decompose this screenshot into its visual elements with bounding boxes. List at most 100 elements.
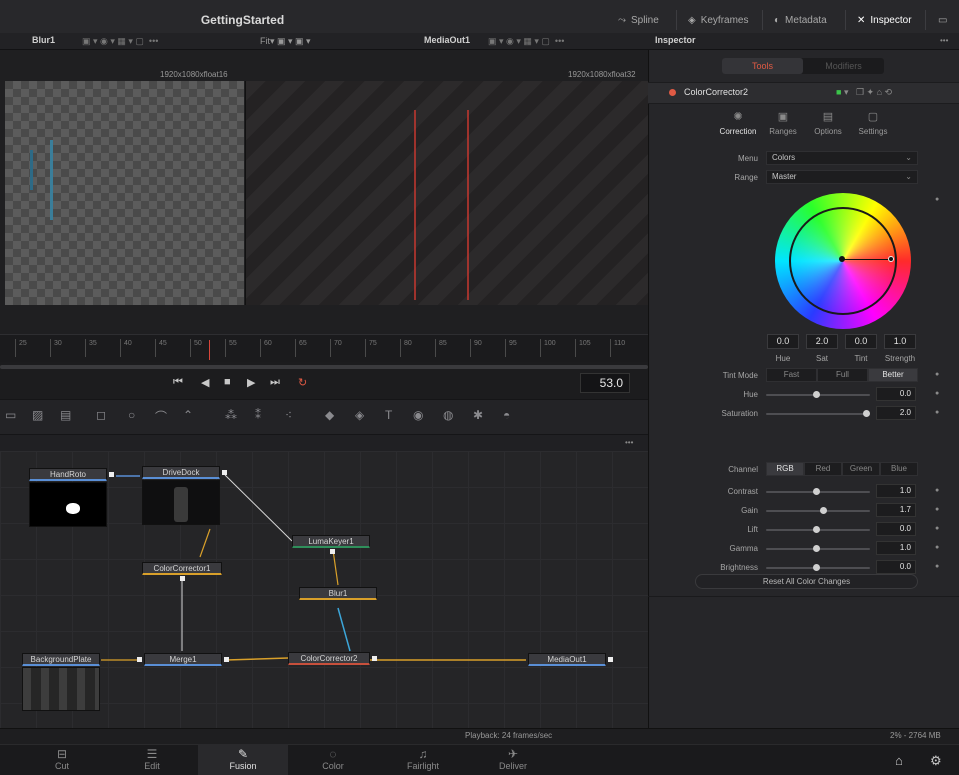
left-viewer-name[interactable]: Blur1 [32, 35, 55, 45]
tab-tools[interactable]: Tools [722, 58, 803, 74]
slider-knob[interactable] [820, 507, 827, 514]
gamma-slider[interactable] [766, 545, 870, 552]
saturation-slider[interactable] [766, 410, 870, 417]
left-viewer-canvas[interactable] [5, 81, 244, 305]
current-frame-field[interactable]: 53.0 [580, 373, 630, 393]
page-fusion[interactable]: ✎ Fusion [198, 744, 288, 775]
ellipse-mask-icon[interactable]: ○ [128, 408, 135, 422]
page-fairlight[interactable]: ♫ Fairlight [378, 744, 468, 775]
color-wheel[interactable] [775, 193, 911, 329]
play-button[interactable]: ▶ [247, 376, 255, 389]
hue-wheel-field[interactable]: 0.0 [767, 334, 799, 349]
image-plane-icon[interactable]: ◆ [325, 408, 334, 422]
output-port[interactable] [109, 472, 114, 477]
spline-tab[interactable]: ⤳ Spline [610, 8, 667, 32]
gamma-field[interactable]: 1.0 [876, 541, 916, 555]
page-edit[interactable]: ☰ Edit [107, 744, 197, 775]
reset-color-changes-button[interactable]: Reset All Color Changes [695, 574, 918, 589]
keyframe-dot[interactable]: ● [935, 487, 939, 494]
node-handroto[interactable]: HandRoto [29, 468, 107, 481]
bspline-mask-icon[interactable]: ⌃ [183, 408, 193, 422]
polygon-mask-icon[interactable]: ⌒ [155, 408, 167, 425]
node-backgroundplate[interactable]: BackgroundPlate [22, 653, 100, 666]
slider-knob[interactable] [813, 526, 820, 533]
keyframe-dot[interactable]: ● [935, 409, 939, 416]
keyframe-dot[interactable]: ● [935, 563, 939, 570]
channel-blue[interactable]: Blue [880, 462, 918, 476]
tint-mode-full[interactable]: Full [817, 368, 868, 382]
gain-field[interactable]: 1.7 [876, 503, 916, 517]
subtab-correction[interactable]: ✺ Correction [713, 110, 763, 136]
text-3d-icon[interactable]: T [385, 408, 392, 422]
slider-knob[interactable] [813, 488, 820, 495]
node-lumakeyer1[interactable]: LumaKeyer1 [292, 535, 370, 548]
keyframe-dot[interactable]: ● [935, 371, 939, 378]
node-merge1[interactable]: Merge1 [144, 653, 222, 666]
gain-slider[interactable] [766, 507, 870, 514]
menu-dropdown[interactable]: Colors ⌄ [766, 151, 918, 165]
slider-knob[interactable] [813, 545, 820, 552]
page-color[interactable]: ◌ Color [288, 744, 378, 775]
node-blur1[interactable]: Blur1 [299, 587, 377, 600]
wheel-target[interactable] [888, 256, 894, 262]
output-port[interactable] [372, 656, 377, 661]
sat-wheel-field[interactable]: 2.0 [806, 334, 838, 349]
node-mediaout1[interactable]: MediaOut1 [528, 653, 606, 666]
inspector-more-button[interactable]: ••• [940, 36, 948, 45]
particle-render-icon[interactable]: ⁑ [255, 408, 261, 422]
home-icon[interactable]: ⌂ [895, 753, 903, 768]
inspector-tab[interactable]: ✕ Inspector [849, 8, 920, 32]
play-reverse-button[interactable]: ◀ [201, 376, 209, 389]
brightness-slider[interactable] [766, 564, 870, 571]
keyframes-tab[interactable]: ◈ Keyframes [680, 8, 757, 32]
scrub-bar[interactable] [0, 365, 648, 369]
lift-field[interactable]: 0.0 [876, 522, 916, 536]
slider-knob[interactable] [813, 564, 820, 571]
subtab-ranges[interactable]: ▣ Ranges [758, 110, 808, 136]
paint-tool-icon[interactable]: ▨ [32, 408, 43, 422]
input-port[interactable] [137, 657, 142, 662]
keyframe-dot[interactable]: ● [935, 525, 939, 532]
settings-gear-icon[interactable]: ⚙ [930, 753, 942, 769]
saturation-field[interactable]: 2.0 [876, 406, 916, 420]
slider-knob[interactable] [813, 391, 820, 398]
hue-slider[interactable] [766, 391, 870, 398]
viewer-options-icon[interactable]: ▣ ▾ ◉ ▾ ▦ ▾ ▢ ••• [82, 36, 158, 47]
fit-dropdown[interactable]: Fit▾ ▣ ▾ ▣ ▾ [260, 36, 311, 47]
go-to-start-button[interactable]: ⏮ [173, 376, 183, 389]
channel-red[interactable]: Red [804, 462, 842, 476]
particle-emitter-icon[interactable]: ⁂ [225, 408, 237, 422]
tint-mode-fast[interactable]: Fast [766, 368, 817, 382]
contrast-field[interactable]: 1.0 [876, 484, 916, 498]
go-to-end-button[interactable]: ⏭ [270, 376, 280, 389]
tint-mode-better[interactable]: Better [868, 368, 918, 382]
range-dropdown[interactable]: Master ⌄ [766, 170, 918, 184]
node-editor-more-button[interactable]: ••• [625, 438, 633, 447]
merge-3d-icon[interactable]: ◉ [413, 408, 423, 422]
light-3d-icon[interactable]: ✱ [473, 408, 483, 422]
text-tool-icon[interactable]: ▤ [60, 408, 71, 422]
wheel-handle[interactable] [839, 256, 845, 262]
lift-slider[interactable] [766, 526, 870, 533]
particle-tool-icon[interactable]: ⁖ [285, 408, 292, 422]
page-deliver[interactable]: ✈ Deliver [468, 744, 558, 775]
hue-field[interactable]: 0.0 [876, 387, 916, 401]
playhead[interactable] [209, 340, 210, 360]
node-enable-dot[interactable] [669, 89, 676, 96]
channel-green[interactable]: Green [842, 462, 880, 476]
output-port[interactable] [222, 470, 227, 475]
channel-rgb[interactable]: RGB [766, 462, 804, 476]
right-viewer-name[interactable]: MediaOut1 [424, 35, 470, 45]
metadata-tab[interactable]: ◐ Metadata [766, 8, 835, 32]
strength-wheel-field[interactable]: 1.0 [884, 334, 916, 349]
output-port[interactable] [608, 657, 613, 662]
subtab-options[interactable]: ▤ Options [803, 110, 853, 136]
output-port[interactable] [330, 549, 335, 554]
tab-modifiers[interactable]: Modifiers [803, 58, 884, 74]
fullscreen-button[interactable]: ▭ [930, 8, 955, 32]
node-drivedock[interactable]: DriveDock [142, 466, 220, 479]
contrast-slider[interactable] [766, 488, 870, 495]
renderer-3d-icon[interactable]: ◓ [503, 408, 510, 422]
viewer-options-icon[interactable]: ▣ ▾ ◉ ▾ ▦ ▾ ▢ ••• [488, 36, 564, 47]
output-port[interactable] [224, 657, 229, 662]
